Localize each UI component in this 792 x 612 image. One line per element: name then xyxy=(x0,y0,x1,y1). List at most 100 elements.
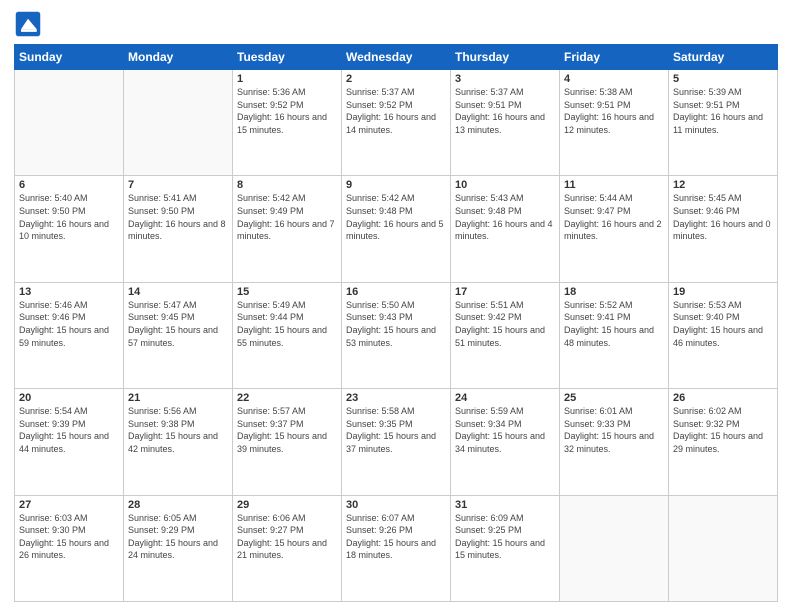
day-info: Sunrise: 5:38 AM Sunset: 9:51 PM Dayligh… xyxy=(564,86,664,136)
day-info: Sunrise: 5:36 AM Sunset: 9:52 PM Dayligh… xyxy=(237,86,337,136)
day-number: 29 xyxy=(237,499,337,511)
day-number: 28 xyxy=(128,499,228,511)
day-number: 15 xyxy=(237,286,337,298)
day-number: 17 xyxy=(455,286,555,298)
calendar-table: SundayMondayTuesdayWednesdayThursdayFrid… xyxy=(14,44,778,602)
day-info: Sunrise: 6:05 AM Sunset: 9:29 PM Dayligh… xyxy=(128,512,228,562)
day-info: Sunrise: 5:41 AM Sunset: 9:50 PM Dayligh… xyxy=(128,192,228,242)
day-number: 3 xyxy=(455,73,555,85)
day-number: 8 xyxy=(237,179,337,191)
calendar-cell: 3Sunrise: 5:37 AM Sunset: 9:51 PM Daylig… xyxy=(451,70,560,176)
day-number: 30 xyxy=(346,499,446,511)
calendar-cell: 4Sunrise: 5:38 AM Sunset: 9:51 PM Daylig… xyxy=(560,70,669,176)
day-info: Sunrise: 6:07 AM Sunset: 9:26 PM Dayligh… xyxy=(346,512,446,562)
calendar-cell: 30Sunrise: 6:07 AM Sunset: 9:26 PM Dayli… xyxy=(342,495,451,601)
day-number: 2 xyxy=(346,73,446,85)
calendar-cell: 24Sunrise: 5:59 AM Sunset: 9:34 PM Dayli… xyxy=(451,389,560,495)
day-info: Sunrise: 5:47 AM Sunset: 9:45 PM Dayligh… xyxy=(128,299,228,349)
calendar-cell xyxy=(560,495,669,601)
calendar-cell: 21Sunrise: 5:56 AM Sunset: 9:38 PM Dayli… xyxy=(124,389,233,495)
calendar-header-row: SundayMondayTuesdayWednesdayThursdayFrid… xyxy=(15,45,778,70)
day-info: Sunrise: 5:59 AM Sunset: 9:34 PM Dayligh… xyxy=(455,405,555,455)
calendar-cell: 7Sunrise: 5:41 AM Sunset: 9:50 PM Daylig… xyxy=(124,176,233,282)
day-number: 16 xyxy=(346,286,446,298)
day-info: Sunrise: 5:57 AM Sunset: 9:37 PM Dayligh… xyxy=(237,405,337,455)
calendar-cell: 13Sunrise: 5:46 AM Sunset: 9:46 PM Dayli… xyxy=(15,282,124,388)
calendar-cell: 25Sunrise: 6:01 AM Sunset: 9:33 PM Dayli… xyxy=(560,389,669,495)
day-number: 12 xyxy=(673,179,773,191)
day-info: Sunrise: 5:53 AM Sunset: 9:40 PM Dayligh… xyxy=(673,299,773,349)
day-number: 20 xyxy=(19,392,119,404)
day-info: Sunrise: 5:50 AM Sunset: 9:43 PM Dayligh… xyxy=(346,299,446,349)
calendar-week-row: 27Sunrise: 6:03 AM Sunset: 9:30 PM Dayli… xyxy=(15,495,778,601)
weekday-header: Sunday xyxy=(15,45,124,70)
calendar-cell xyxy=(124,70,233,176)
day-info: Sunrise: 5:58 AM Sunset: 9:35 PM Dayligh… xyxy=(346,405,446,455)
calendar-cell: 11Sunrise: 5:44 AM Sunset: 9:47 PM Dayli… xyxy=(560,176,669,282)
calendar-cell: 14Sunrise: 5:47 AM Sunset: 9:45 PM Dayli… xyxy=(124,282,233,388)
day-info: Sunrise: 5:40 AM Sunset: 9:50 PM Dayligh… xyxy=(19,192,119,242)
logo xyxy=(14,10,46,38)
calendar-cell: 9Sunrise: 5:42 AM Sunset: 9:48 PM Daylig… xyxy=(342,176,451,282)
weekday-header: Tuesday xyxy=(233,45,342,70)
weekday-header: Wednesday xyxy=(342,45,451,70)
day-number: 31 xyxy=(455,499,555,511)
page: SundayMondayTuesdayWednesdayThursdayFrid… xyxy=(0,0,792,612)
day-number: 22 xyxy=(237,392,337,404)
calendar-cell xyxy=(669,495,778,601)
day-info: Sunrise: 5:45 AM Sunset: 9:46 PM Dayligh… xyxy=(673,192,773,242)
calendar-cell: 10Sunrise: 5:43 AM Sunset: 9:48 PM Dayli… xyxy=(451,176,560,282)
day-number: 21 xyxy=(128,392,228,404)
calendar-cell: 6Sunrise: 5:40 AM Sunset: 9:50 PM Daylig… xyxy=(15,176,124,282)
weekday-header: Saturday xyxy=(669,45,778,70)
calendar-cell: 18Sunrise: 5:52 AM Sunset: 9:41 PM Dayli… xyxy=(560,282,669,388)
calendar-cell: 22Sunrise: 5:57 AM Sunset: 9:37 PM Dayli… xyxy=(233,389,342,495)
day-number: 5 xyxy=(673,73,773,85)
calendar-cell: 8Sunrise: 5:42 AM Sunset: 9:49 PM Daylig… xyxy=(233,176,342,282)
day-info: Sunrise: 5:44 AM Sunset: 9:47 PM Dayligh… xyxy=(564,192,664,242)
day-info: Sunrise: 6:09 AM Sunset: 9:25 PM Dayligh… xyxy=(455,512,555,562)
calendar-cell: 23Sunrise: 5:58 AM Sunset: 9:35 PM Dayli… xyxy=(342,389,451,495)
calendar-cell xyxy=(15,70,124,176)
calendar-cell: 28Sunrise: 6:05 AM Sunset: 9:29 PM Dayli… xyxy=(124,495,233,601)
day-info: Sunrise: 6:03 AM Sunset: 9:30 PM Dayligh… xyxy=(19,512,119,562)
calendar-week-row: 6Sunrise: 5:40 AM Sunset: 9:50 PM Daylig… xyxy=(15,176,778,282)
day-number: 6 xyxy=(19,179,119,191)
calendar-cell: 1Sunrise: 5:36 AM Sunset: 9:52 PM Daylig… xyxy=(233,70,342,176)
day-number: 13 xyxy=(19,286,119,298)
calendar-cell: 2Sunrise: 5:37 AM Sunset: 9:52 PM Daylig… xyxy=(342,70,451,176)
day-number: 4 xyxy=(564,73,664,85)
day-info: Sunrise: 5:37 AM Sunset: 9:51 PM Dayligh… xyxy=(455,86,555,136)
day-info: Sunrise: 6:02 AM Sunset: 9:32 PM Dayligh… xyxy=(673,405,773,455)
weekday-header: Monday xyxy=(124,45,233,70)
day-info: Sunrise: 5:39 AM Sunset: 9:51 PM Dayligh… xyxy=(673,86,773,136)
day-number: 14 xyxy=(128,286,228,298)
calendar-cell: 17Sunrise: 5:51 AM Sunset: 9:42 PM Dayli… xyxy=(451,282,560,388)
day-number: 10 xyxy=(455,179,555,191)
calendar-cell: 31Sunrise: 6:09 AM Sunset: 9:25 PM Dayli… xyxy=(451,495,560,601)
day-number: 18 xyxy=(564,286,664,298)
calendar-week-row: 20Sunrise: 5:54 AM Sunset: 9:39 PM Dayli… xyxy=(15,389,778,495)
day-info: Sunrise: 5:52 AM Sunset: 9:41 PM Dayligh… xyxy=(564,299,664,349)
day-info: Sunrise: 5:42 AM Sunset: 9:49 PM Dayligh… xyxy=(237,192,337,242)
calendar-week-row: 1Sunrise: 5:36 AM Sunset: 9:52 PM Daylig… xyxy=(15,70,778,176)
calendar-cell: 15Sunrise: 5:49 AM Sunset: 9:44 PM Dayli… xyxy=(233,282,342,388)
calendar-cell: 16Sunrise: 5:50 AM Sunset: 9:43 PM Dayli… xyxy=(342,282,451,388)
weekday-header: Thursday xyxy=(451,45,560,70)
day-info: Sunrise: 6:06 AM Sunset: 9:27 PM Dayligh… xyxy=(237,512,337,562)
calendar-cell: 5Sunrise: 5:39 AM Sunset: 9:51 PM Daylig… xyxy=(669,70,778,176)
logo-icon xyxy=(14,10,42,38)
day-info: Sunrise: 5:46 AM Sunset: 9:46 PM Dayligh… xyxy=(19,299,119,349)
day-number: 25 xyxy=(564,392,664,404)
day-number: 27 xyxy=(19,499,119,511)
day-number: 24 xyxy=(455,392,555,404)
day-info: Sunrise: 6:01 AM Sunset: 9:33 PM Dayligh… xyxy=(564,405,664,455)
calendar-cell: 12Sunrise: 5:45 AM Sunset: 9:46 PM Dayli… xyxy=(669,176,778,282)
day-info: Sunrise: 5:42 AM Sunset: 9:48 PM Dayligh… xyxy=(346,192,446,242)
day-info: Sunrise: 5:37 AM Sunset: 9:52 PM Dayligh… xyxy=(346,86,446,136)
weekday-header: Friday xyxy=(560,45,669,70)
day-number: 23 xyxy=(346,392,446,404)
day-info: Sunrise: 5:56 AM Sunset: 9:38 PM Dayligh… xyxy=(128,405,228,455)
day-number: 26 xyxy=(673,392,773,404)
calendar-week-row: 13Sunrise: 5:46 AM Sunset: 9:46 PM Dayli… xyxy=(15,282,778,388)
